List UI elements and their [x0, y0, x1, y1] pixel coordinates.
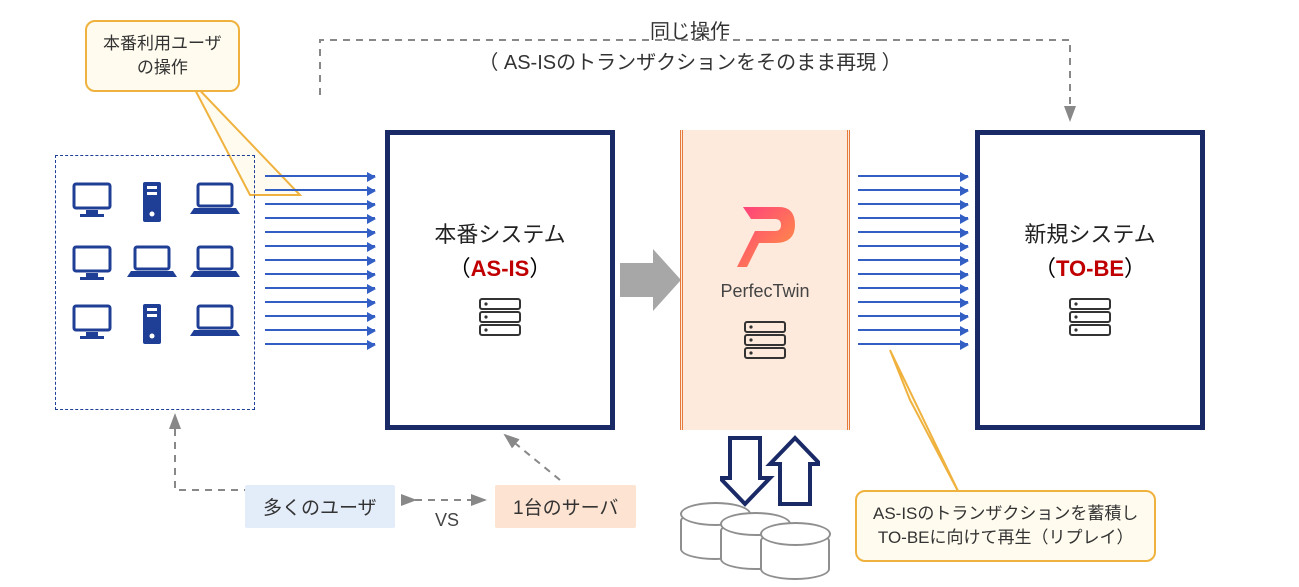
- server-icon: [476, 297, 524, 343]
- laptop-icon: [127, 243, 177, 288]
- server-icon: [741, 320, 789, 365]
- perfectwin-logo-icon: [725, 195, 805, 275]
- tower-icon: [140, 302, 164, 351]
- tobe-system-box: 新規システム （TO-BE）: [975, 130, 1205, 430]
- user-devices-cluster: [55, 155, 255, 410]
- server-icon: [1066, 297, 1114, 343]
- perfectwin-name: PerfecTwin: [720, 281, 809, 302]
- callout-user-ops: 本番利用ユーザ の操作: [85, 20, 240, 92]
- asis-system-box: 本番システム （AS-IS）: [385, 130, 615, 430]
- flow-arrows-pt-to-tobe: [858, 175, 968, 345]
- label-many-users: 多くのユーザ: [245, 485, 395, 528]
- label-vs: VS: [435, 510, 459, 531]
- laptop-icon: [190, 243, 240, 288]
- laptop-icon: [190, 180, 240, 229]
- big-arrow-icon: [618, 245, 683, 315]
- tobe-tag: TO-BE: [1056, 256, 1124, 281]
- monitor-icon: [70, 302, 114, 351]
- monitor-icon: [70, 243, 114, 288]
- perfectwin-box: PerfecTwin: [680, 130, 850, 430]
- tower-icon: [140, 180, 164, 229]
- monitor-icon: [70, 180, 114, 229]
- laptop-icon: [190, 302, 240, 351]
- storage-io-arrows-icon: [720, 430, 820, 510]
- tobe-title: 新規システム: [1024, 217, 1155, 249]
- asis-tag: AS-IS: [471, 256, 530, 281]
- callout-replay: AS-ISのトランザクションを蓄積し TO-BEに向けて再生（リプレイ）: [855, 490, 1156, 562]
- label-one-server: 1台のサーバ: [495, 485, 636, 528]
- storage-cylinder-icon: [760, 530, 830, 580]
- asis-title: 本番システム: [434, 217, 565, 249]
- header-title-2: （ AS-ISのトランザクションをそのまま再現 ）: [420, 46, 960, 75]
- header-title-1: 同じ操作: [490, 15, 890, 44]
- flow-arrows-users-to-asis: [265, 175, 375, 345]
